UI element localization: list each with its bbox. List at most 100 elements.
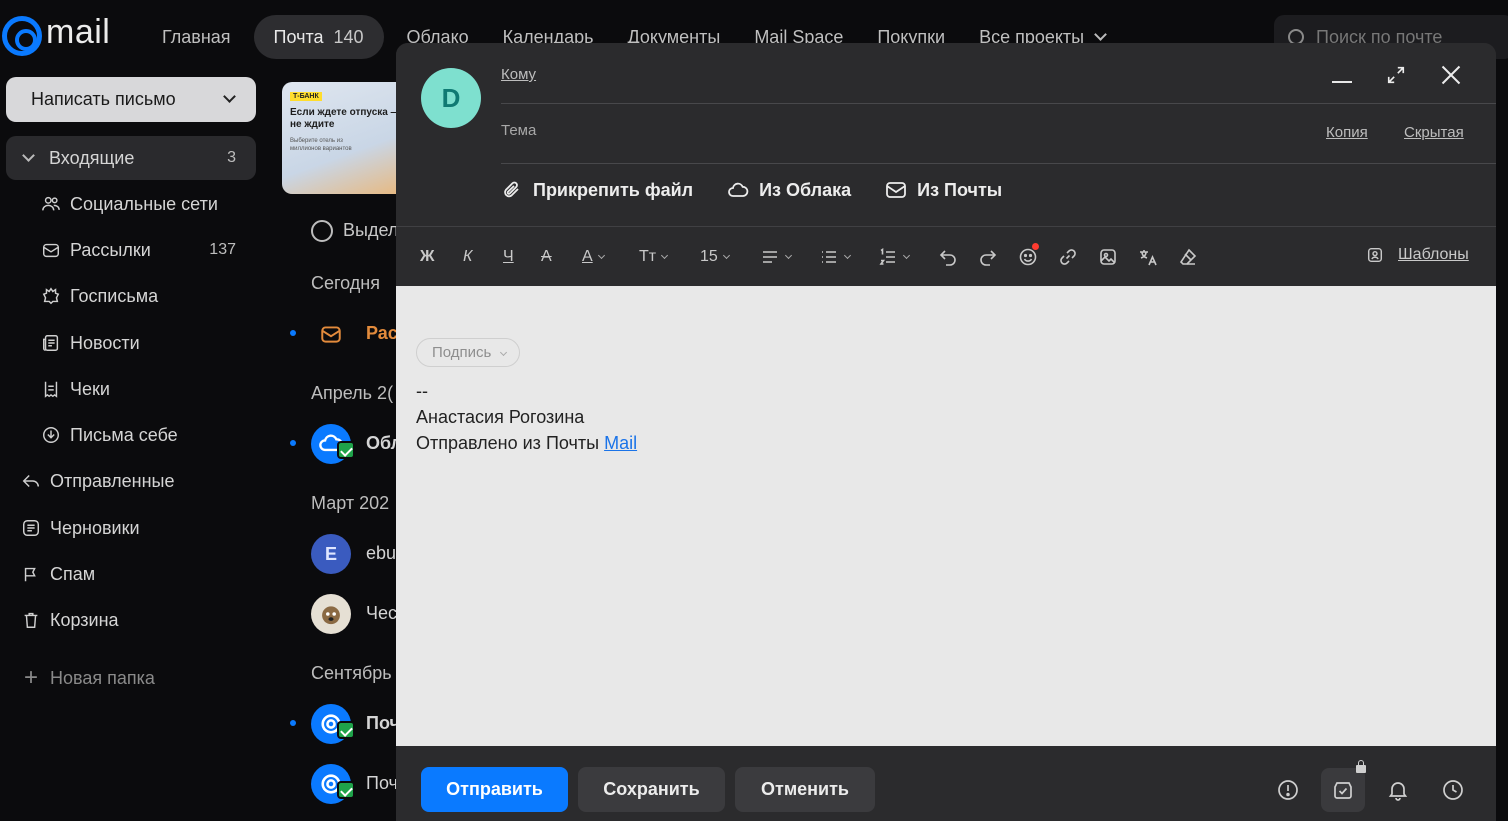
sender-avatar[interactable]: D (421, 68, 481, 128)
receipt-icon (40, 378, 62, 400)
underline-button[interactable]: Ч (503, 245, 514, 269)
select-all-checkbox[interactable] (311, 220, 333, 242)
sidebar-item-label: Новости (70, 332, 140, 353)
minimize-button[interactable] (1328, 61, 1356, 89)
send-button[interactable]: Отправить (421, 767, 568, 812)
reminder-button[interactable] (1381, 773, 1415, 807)
bullet-list-icon (822, 251, 836, 263)
chevron-down-icon (843, 251, 852, 259)
align-button[interactable] (760, 245, 793, 269)
translate-button[interactable] (1138, 245, 1158, 269)
sidebar-item-spam[interactable]: Спам (6, 552, 256, 596)
template-icon (1367, 247, 1383, 263)
sidebar-item-news[interactable]: Новости (40, 321, 256, 365)
chevron-down-icon[interactable] (223, 90, 236, 103)
sidebar-item-label: Письма себе (70, 424, 178, 445)
newsletter-icon (40, 239, 62, 261)
italic-button[interactable]: К (463, 245, 472, 269)
link-icon (1060, 249, 1076, 265)
font-size-select[interactable]: 15 (700, 245, 730, 269)
expand-button[interactable] (1382, 61, 1410, 89)
sidebar-item-social[interactable]: Социальные сети (40, 182, 256, 226)
schedule-button[interactable] (1436, 773, 1470, 807)
logo-text: mail (46, 12, 111, 51)
message-sender[interactable]: Чес (366, 603, 397, 624)
message-sender[interactable]: Поч (366, 773, 398, 794)
promo-title: Если ждете отпуска — не ждите (290, 107, 400, 130)
promo-banner[interactable]: Т-БАНК Если ждете отпуска — не ждите Выб… (282, 82, 400, 194)
close-button[interactable] (1437, 61, 1465, 89)
attach-file-button[interactable]: Прикрепить файл (501, 179, 693, 201)
bcc-link[interactable]: Скрытая (1404, 124, 1464, 141)
notification-dot (1032, 243, 1039, 250)
sidebar-item-label: Социальные сети (70, 193, 218, 214)
exclamation-icon (1278, 780, 1298, 800)
text-color-button[interactable]: А (582, 245, 605, 269)
save-button[interactable]: Сохранить (578, 767, 725, 812)
spam-icon (20, 563, 42, 585)
sidebar-item-newsletters[interactable]: Рассылки 137 (40, 228, 256, 272)
sidebar-item-self[interactable]: Письма себе (40, 413, 256, 457)
signature-select[interactable]: Подпись (416, 338, 521, 367)
confirm-read-button[interactable] (1321, 768, 1365, 812)
cc-link[interactable]: Копия (1326, 124, 1368, 141)
subject-input[interactable] (556, 113, 1296, 153)
group-heading: Апрель 2( (311, 383, 394, 403)
from-mail-label: Из Почты (917, 179, 1003, 200)
nav-main[interactable]: Главная (145, 15, 248, 59)
message-sender[interactable]: Обл (366, 433, 400, 454)
strikethrough-button[interactable]: А (541, 245, 552, 269)
group-heading: Сегодня (311, 273, 380, 293)
from-cloud-button[interactable]: Из Облака (727, 179, 851, 201)
link-button[interactable] (1058, 245, 1078, 269)
message-sender[interactable]: Рас (366, 323, 398, 344)
at-logo-icon (2, 16, 42, 56)
new-folder-label: Новая папка (50, 667, 155, 688)
align-left-icon (763, 251, 777, 263)
numbered-list-button[interactable] (878, 245, 911, 269)
compose-button[interactable]: Написать письмо (6, 77, 256, 122)
chevron-down-icon[interactable] (22, 148, 35, 162)
message-body-editor[interactable]: Подпись -- Анастасия Рогозина Отправлено… (396, 286, 1496, 746)
font-family-button[interactable]: Тт (639, 245, 669, 269)
sidebar-item-receipts[interactable]: Чеки (40, 367, 256, 411)
to-field-input[interactable] (556, 61, 1316, 97)
bullet-list-button[interactable] (819, 245, 852, 269)
mail-logo[interactable]: mail (2, 12, 111, 58)
minimize-icon (1332, 81, 1352, 83)
redo-button[interactable] (978, 245, 998, 269)
sidebar-item-trash[interactable]: Корзина (6, 598, 256, 642)
nav-mail-count: 140 (333, 27, 364, 47)
select-all-label[interactable]: Выдел (343, 220, 398, 241)
unread-count: 3 (227, 149, 236, 166)
emoji-button[interactable] (1018, 243, 1039, 269)
dog-avatar-icon (311, 594, 351, 634)
translate-icon (1140, 250, 1157, 266)
sidebar-item-drafts[interactable]: Черновики (6, 506, 256, 550)
to-field-label[interactable]: Кому (501, 66, 536, 83)
folder-count: 137 (209, 241, 236, 258)
sidebar-item-sent[interactable]: Отправленные (6, 459, 256, 503)
templates-button[interactable]: Шаблоны (1366, 246, 1469, 264)
bold-button[interactable]: Ж (420, 245, 434, 269)
mail-link[interactable]: Mail (604, 433, 637, 453)
sidebar-item-label: Входящие (49, 147, 135, 168)
compose-header: D Кому Тема Копия Скрытая Прикрепить фай… (396, 43, 1496, 226)
message-sender[interactable]: Поч (366, 713, 400, 734)
sidebar-item-inbox[interactable]: Входящие 3 (6, 136, 256, 180)
cancel-button[interactable]: Отменить (735, 767, 875, 812)
from-mail-button[interactable]: Из Почты (885, 179, 1002, 201)
clear-format-button[interactable] (1178, 245, 1198, 269)
importance-button[interactable] (1271, 773, 1305, 807)
sidebar-item-gov[interactable]: Госписьма (40, 274, 256, 318)
image-button[interactable] (1098, 245, 1118, 269)
paperclip-icon (504, 181, 519, 198)
chevron-down-icon (661, 251, 669, 259)
redo-icon (980, 250, 997, 266)
message-sender[interactable]: ebu (366, 543, 396, 564)
chevron-down-icon (784, 251, 793, 259)
new-folder-button[interactable]: + Новая папка (6, 656, 256, 700)
nav-mail[interactable]: Почта 140 (253, 15, 384, 59)
undo-button[interactable] (938, 245, 958, 269)
sidebar-item-label: Рассылки (70, 239, 151, 260)
